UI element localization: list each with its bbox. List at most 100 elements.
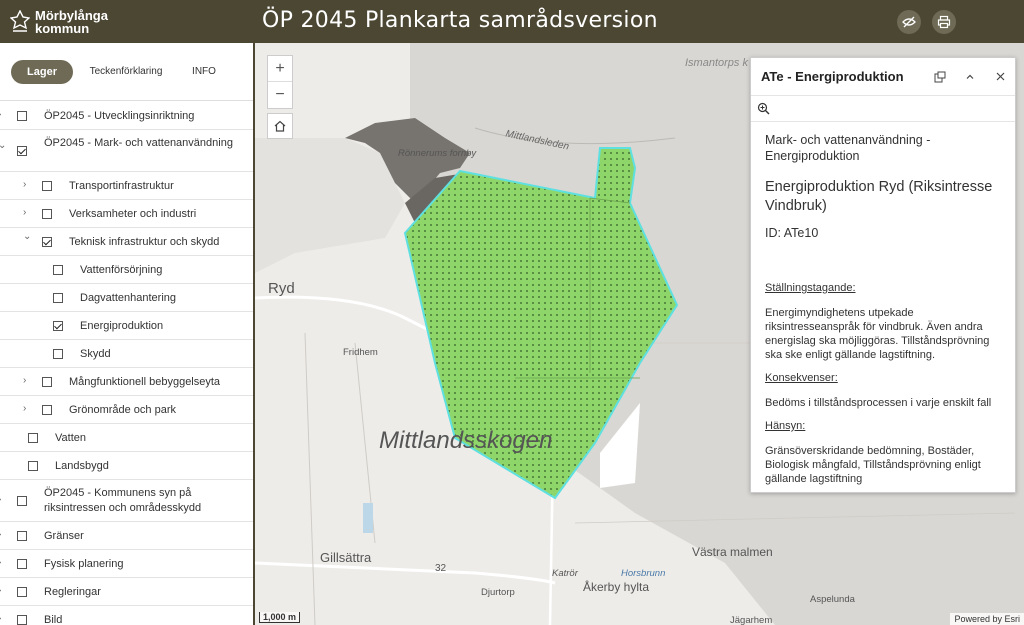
zoom-control: + − — [267, 55, 293, 109]
label-ismantorps: Ismantorps k — [685, 57, 748, 69]
layer-checkbox[interactable] — [17, 531, 27, 541]
close-icon — [996, 72, 1004, 81]
layer-label: Gränser — [44, 530, 84, 542]
layer-checkbox[interactable] — [42, 377, 52, 387]
layer-item[interactable]: Dagvattenhantering — [0, 284, 253, 312]
feature-id: ID: ATe10 — [765, 226, 819, 240]
label-ronnerums: Rönnerums fornby — [398, 148, 477, 159]
chevron-right-icon[interactable]: › — [0, 529, 1, 540]
layer-checkbox[interactable] — [17, 587, 27, 597]
layer-checkbox[interactable] — [42, 405, 52, 415]
chevron-right-icon[interactable]: › — [0, 557, 1, 568]
layer-label: Bild — [44, 614, 63, 625]
layer-checkbox[interactable] — [17, 559, 27, 569]
layer-item[interactable]: ⌄ ÖP2045 - Mark- och vattenanvändning — [0, 130, 253, 172]
tab-info[interactable]: INFO — [179, 66, 229, 77]
popup-subtitle: Mark- och vattenanvändning - Energiprodu… — [765, 133, 931, 163]
layer-checkbox[interactable] — [17, 615, 27, 625]
layer-checkbox[interactable] — [28, 433, 38, 443]
chevron-right-icon[interactable]: › — [0, 585, 1, 596]
layer-label: Regleringar — [44, 586, 101, 598]
chevron-right-icon[interactable]: › — [23, 179, 26, 190]
layer-checkbox[interactable] — [42, 209, 52, 219]
layer-label: Vatten — [55, 432, 86, 444]
layer-label: ÖP2045 - Utvecklingsinriktning — [44, 110, 195, 122]
layer-label: Verksamheter och industri — [69, 208, 197, 220]
label-katror: Katrör — [552, 568, 578, 579]
layer-checkbox[interactable] — [17, 496, 27, 506]
label-akerby: Åkerby hylta — [583, 580, 650, 594]
zoom-to-icon[interactable] — [757, 102, 770, 115]
layer-item[interactable]: › Bild — [0, 606, 253, 625]
layer-item[interactable]: › Mångfunktionell bebyggelseyta — [0, 368, 253, 396]
print-button[interactable] — [932, 10, 956, 34]
chevron-right-icon[interactable]: › — [23, 207, 26, 218]
layer-checkbox[interactable] — [53, 321, 63, 331]
layer-label: Energiproduktion — [80, 320, 164, 332]
label-ryd: Ryd — [268, 280, 295, 297]
dock-button[interactable] — [925, 62, 955, 92]
layer-item[interactable]: Energiproduktion — [0, 312, 253, 340]
layer-item[interactable]: › Regleringar — [0, 578, 253, 606]
layer-label: Mångfunktionell bebyggelseyta — [69, 376, 221, 388]
layer-item[interactable]: › Gränser — [0, 522, 253, 550]
layer-checkbox[interactable] — [42, 181, 52, 191]
layer-item[interactable]: Skydd — [0, 340, 253, 368]
chevron-right-icon[interactable]: › — [23, 403, 26, 414]
esri-attribution[interactable]: Powered by Esri — [950, 613, 1024, 625]
home-button[interactable] — [267, 113, 293, 139]
label-mittlandsskogen: Mittlandsskogen — [379, 427, 553, 454]
layer-checkbox[interactable] — [17, 111, 27, 121]
print-icon — [937, 15, 951, 29]
chevron-right-icon[interactable]: › — [0, 613, 1, 624]
popup-title: ATe - Energiproduktion — [761, 69, 904, 84]
chevron-up-icon — [966, 74, 974, 79]
layer-checkbox[interactable] — [53, 349, 63, 359]
chevron-right-icon[interactable]: › — [23, 375, 26, 386]
layer-item[interactable]: Vattenförsörjning — [0, 256, 253, 284]
layer-label: ÖP2045 - Mark- och vattenanvändning — [44, 137, 233, 149]
section-text: Gränsöverskridande bedömning, Bostäder, … — [765, 445, 981, 485]
sidebar-tabs: Lager Teckenförklaring INFO — [0, 43, 253, 101]
label-horsbrunn: Horsbrunn — [621, 568, 666, 579]
layer-label: Dagvattenhantering — [80, 292, 177, 304]
section-text: Energimyndighetens utpekade riksintresse… — [765, 307, 990, 361]
chevron-right-icon[interactable]: › — [0, 494, 1, 505]
layer-label: Vattenförsörjning — [80, 264, 163, 276]
tab-lager[interactable]: Lager — [11, 59, 73, 84]
chevron-down-icon[interactable]: ⌄ — [0, 140, 6, 151]
layer-item[interactable]: › Grönområde och park — [0, 396, 253, 424]
layer-item[interactable]: › ÖP2045 - Utvecklingsinriktning — [0, 102, 253, 130]
layer-item[interactable]: ⌄ Teknisk infrastruktur och skydd — [0, 228, 253, 256]
chevron-right-icon[interactable]: › — [0, 109, 1, 120]
layer-checkbox[interactable] — [17, 146, 27, 156]
layer-checkbox[interactable] — [53, 265, 63, 275]
layer-checkbox[interactable] — [28, 461, 38, 471]
toggle-button[interactable] — [897, 10, 921, 34]
layer-item[interactable]: › Fysisk planering — [0, 550, 253, 578]
layer-item[interactable]: › ÖP2045 - Kommunens syn på riksintressen… — [0, 480, 253, 522]
zoom-in-button[interactable]: + — [268, 56, 292, 82]
layer-tree: › ÖP2045 - Utvecklingsinriktning ⌄ ÖP2045 -… — [0, 102, 253, 625]
label-gillsattra: Gillsättra — [320, 550, 372, 565]
app-title: ÖP 2045 Plankarta samrådsversion — [262, 8, 658, 33]
chevron-down-icon[interactable]: ⌄ — [23, 231, 31, 242]
layer-item[interactable]: › Transportinfrastruktur — [0, 172, 253, 200]
layer-label: Fysisk planering — [44, 558, 124, 570]
tab-teckenforklaring[interactable]: Teckenförklaring — [83, 66, 169, 77]
feature-popup: ATe - Energiproduktion Mark- och vattena… — [750, 57, 1016, 493]
layer-item[interactable]: Vatten — [0, 424, 253, 452]
layer-checkbox[interactable] — [53, 293, 63, 303]
layer-checkbox[interactable] — [42, 237, 52, 247]
collapse-button[interactable] — [955, 62, 985, 92]
municipality-logo[interactable]: Mörbylånga kommun — [10, 6, 110, 38]
section-heading: Konsekvenser: — [765, 372, 838, 384]
toggle-icon — [902, 16, 916, 28]
logo-line-2: kommun — [35, 21, 90, 36]
layer-item[interactable]: › Verksamheter och industri — [0, 200, 253, 228]
close-button[interactable] — [985, 62, 1015, 92]
label-road-32: 32 — [435, 563, 447, 574]
zoom-out-button[interactable]: − — [268, 82, 292, 108]
layer-item[interactable]: Landsbygd — [0, 452, 253, 480]
home-icon — [274, 120, 286, 132]
